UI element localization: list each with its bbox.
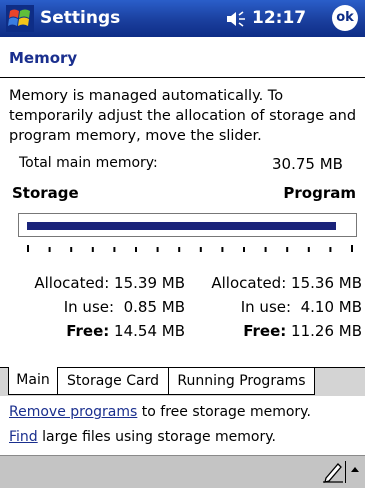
storage-inuse-value: 0.85 MB	[123, 298, 185, 316]
menu-bar	[0, 455, 365, 488]
pen-input-icon[interactable]	[322, 459, 344, 483]
storage-label: Storage	[12, 184, 79, 202]
slider-tick	[91, 247, 94, 252]
tab-bar: Main Storage Card Running Programs	[0, 367, 365, 396]
slider-tick	[286, 247, 289, 252]
program-allocation: Allocated: 15.36 MB In use: 4.10 MB Free…	[190, 271, 362, 343]
program-allocated-value: 15.36 MB	[291, 274, 362, 292]
tab-storage-card[interactable]: Storage Card	[57, 367, 169, 395]
storage-allocated-row: Allocated: 15.39 MB	[8, 271, 185, 295]
find-files-text: large files using storage memory.	[37, 429, 276, 445]
slider-tick	[329, 247, 332, 252]
total-memory-value: 30.75 MB	[272, 155, 343, 173]
ok-button[interactable]: ok	[332, 5, 358, 31]
slider-ticks	[27, 245, 353, 252]
slider-tick	[221, 247, 224, 252]
find-files-line: Find large files using storage memory.	[9, 429, 276, 445]
memory-description: Memory is managed automatically. To temp…	[9, 88, 357, 144]
remove-programs-link[interactable]: Remove programs	[9, 404, 137, 420]
program-label: Program	[283, 184, 356, 202]
slider-tick	[70, 247, 73, 252]
program-inuse-row: In use: 4.10 MB	[190, 295, 362, 319]
storage-free-value: 14.54 MB	[114, 322, 185, 340]
remove-programs-line: Remove programs to free storage memory.	[9, 404, 311, 420]
slider-tick	[113, 247, 116, 252]
storage-allocated-label: Allocated:	[34, 274, 110, 292]
total-memory-label: Total main memory:	[19, 155, 158, 171]
slider-tick	[27, 245, 29, 252]
program-inuse-label: In use:	[240, 298, 292, 316]
find-link[interactable]: Find	[9, 429, 38, 445]
program-allocated-row: Allocated: 15.36 MB	[190, 271, 362, 295]
slider-tick	[48, 247, 51, 252]
slider-tick	[135, 247, 137, 252]
slider-fill	[27, 222, 336, 230]
remove-programs-text: to free storage memory.	[137, 404, 311, 420]
windows-flag-icon[interactable]	[6, 5, 34, 32]
program-free-label: Free:	[243, 322, 287, 340]
title-bar: Settings 12:17 ok	[0, 0, 365, 37]
storage-allocation: Allocated: 15.39 MB In use: 0.85 MB Free…	[8, 271, 185, 343]
tab-running-programs[interactable]: Running Programs	[168, 367, 315, 395]
clock[interactable]: 12:17	[252, 8, 306, 28]
program-inuse-value: 4.10 MB	[300, 298, 362, 316]
memory-slider-track[interactable]	[18, 213, 357, 237]
storage-free-row: Free: 14.54 MB	[8, 319, 185, 343]
program-allocated-label: Allocated:	[211, 274, 287, 292]
program-free-value: 11.26 MB	[291, 322, 362, 340]
sip-divider	[345, 461, 346, 483]
program-free-row: Free: 11.26 MB	[190, 319, 362, 343]
storage-inuse-label: In use:	[63, 298, 115, 316]
slider-tick	[243, 247, 245, 252]
slider-tick	[264, 247, 267, 252]
chevron-up-icon[interactable]	[350, 463, 360, 477]
speaker-icon[interactable]	[226, 10, 248, 28]
tab-main[interactable]: Main	[8, 367, 58, 395]
storage-allocated-value: 15.39 MB	[114, 274, 185, 292]
slider-tick	[351, 245, 353, 252]
header-divider	[0, 77, 365, 78]
app-title: Settings	[40, 8, 121, 28]
slider-tick	[307, 247, 310, 252]
page-title: Memory	[9, 49, 78, 67]
storage-free-label: Free:	[66, 322, 110, 340]
slider-tick	[156, 247, 159, 252]
slider-tick	[178, 247, 181, 252]
storage-inuse-row: In use: 0.85 MB	[8, 295, 185, 319]
slider-tick	[199, 247, 202, 252]
